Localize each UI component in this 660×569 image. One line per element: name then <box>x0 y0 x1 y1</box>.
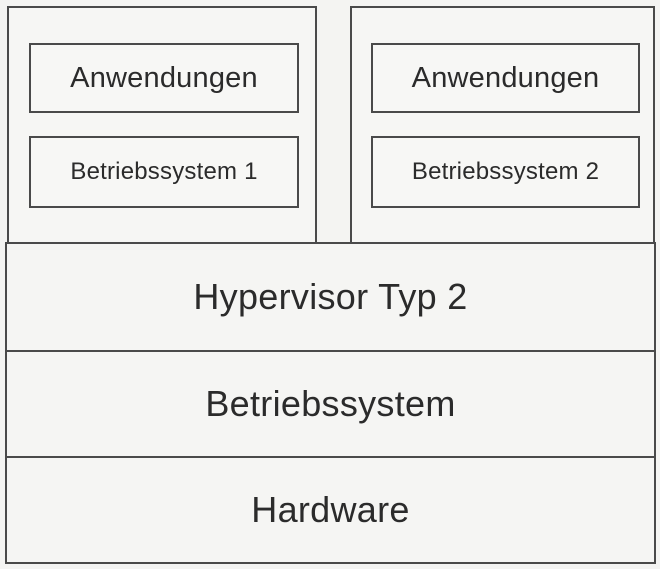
virtual-machine-1 <box>7 6 317 244</box>
hardware-label: Hardware <box>251 489 410 530</box>
vm1-os-label: Betriebssystem 1 <box>70 158 258 185</box>
vm1-applications-label: Anwendungen <box>70 61 258 94</box>
host-os-label: Betriebssystem <box>205 383 456 424</box>
vm2-os-label: Betriebssystem 2 <box>411 158 600 185</box>
hypervisor-label: Hypervisor Typ 2 <box>193 276 468 317</box>
vm1-os-box: Betriebssystem 1 <box>29 136 299 208</box>
vm1-applications-box: Anwendungen <box>29 43 299 113</box>
virtual-machine-2 <box>350 6 655 244</box>
host-os-layer: Betriebssystem <box>5 350 656 458</box>
vm2-os-box: Betriebssystem 2 <box>371 136 640 208</box>
vm2-applications-box: Anwendungen <box>371 43 640 113</box>
vm2-applications-label: Anwendungen <box>411 61 600 94</box>
hardware-layer: Hardware <box>5 456 656 564</box>
hypervisor-layer: Hypervisor Typ 2 <box>5 242 656 352</box>
